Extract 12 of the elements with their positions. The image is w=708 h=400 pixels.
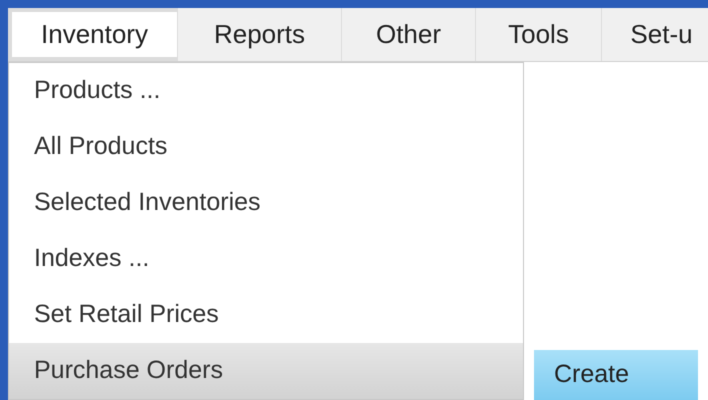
menu-item[interactable]: Indexes ... — [9, 231, 523, 287]
menu-item[interactable]: Purchase Orders — [9, 343, 523, 399]
menu-tab[interactable]: Set-u — [602, 8, 708, 61]
menu-tab[interactable]: Inventory — [8, 8, 178, 61]
menu-item[interactable]: Selected Inventories — [9, 175, 523, 231]
menu-item[interactable]: All Products — [9, 119, 523, 175]
menu-tab[interactable]: Reports — [178, 8, 342, 61]
submenu-item[interactable]: Create — [534, 350, 698, 400]
menu-tab[interactable]: Tools — [476, 8, 602, 61]
menu-item[interactable]: Set Retail Prices — [9, 287, 523, 343]
menu-item[interactable]: Products ... — [9, 63, 523, 119]
menu-tab[interactable]: Other — [342, 8, 476, 61]
